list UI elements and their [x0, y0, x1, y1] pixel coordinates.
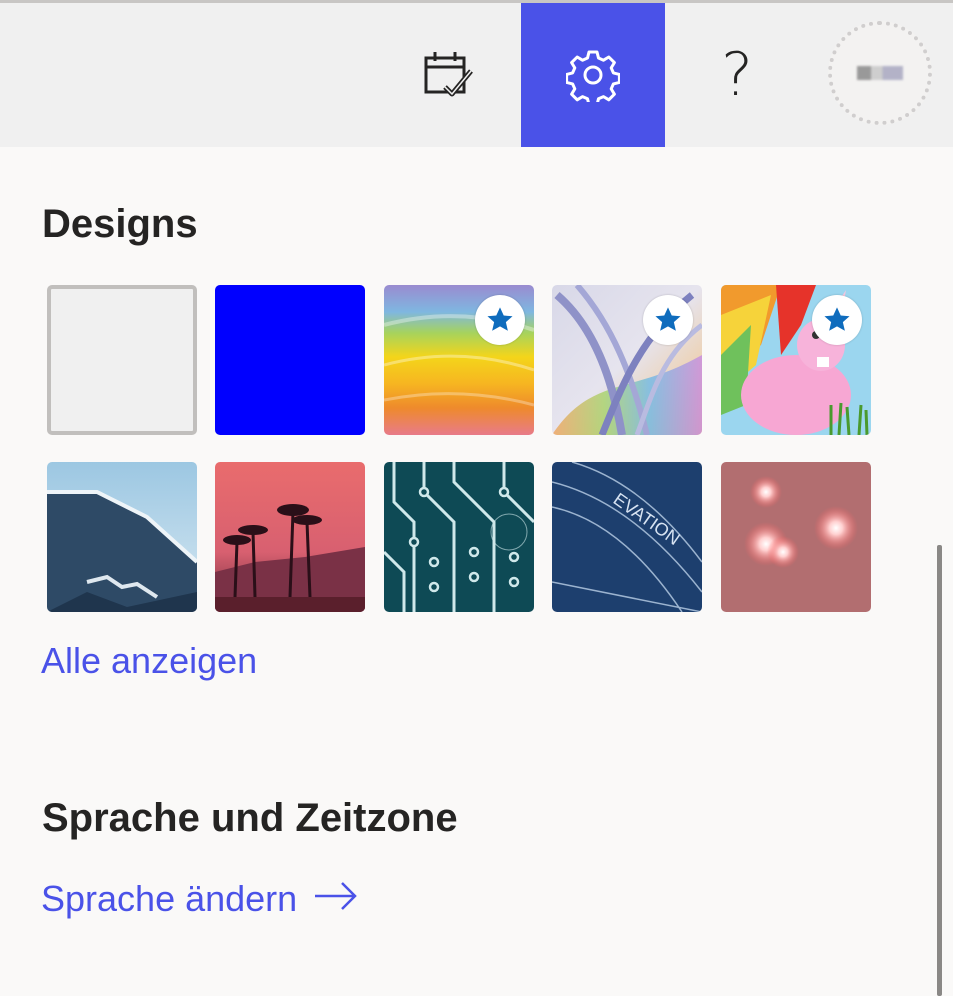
- design-tile-blue[interactable]: [215, 285, 365, 435]
- design-tile-circuit[interactable]: [384, 462, 534, 612]
- lights-image: [721, 462, 871, 612]
- premium-star-badge: [643, 295, 693, 345]
- palms-image: [215, 462, 365, 612]
- header-toolbar: ?: [0, 3, 953, 147]
- circuit-image: [384, 462, 534, 612]
- design-tile-light[interactable]: [47, 285, 197, 435]
- premium-star-badge: [812, 295, 862, 345]
- design-tile-blueprint[interactable]: EVATION: [552, 462, 702, 612]
- calendar-check-icon: [424, 52, 473, 97]
- design-tile-unicorn[interactable]: [721, 285, 871, 435]
- design-tile-lights[interactable]: [721, 462, 871, 612]
- arrow-right-icon: [313, 878, 359, 920]
- star-icon: [487, 307, 513, 331]
- mountain-image: [47, 462, 197, 612]
- star-icon: [824, 307, 850, 331]
- language-timezone-title: Sprache und Zeitzone: [42, 796, 458, 840]
- change-language-link[interactable]: Sprache ändern: [41, 878, 359, 920]
- design-tile-mountain[interactable]: [47, 462, 197, 612]
- settings-button[interactable]: [521, 3, 665, 147]
- star-icon: [655, 307, 681, 331]
- design-tile-palms[interactable]: [215, 462, 365, 612]
- change-language-label: Sprache ändern: [41, 878, 298, 919]
- avatar-initials-blurred: [857, 66, 903, 80]
- show-all-designs-link[interactable]: Alle anzeigen: [41, 640, 257, 682]
- gear-icon: [566, 50, 620, 102]
- help-icon: ?: [721, 40, 753, 110]
- premium-star-badge: [475, 295, 525, 345]
- calendar-button[interactable]: [377, 3, 521, 147]
- blueprint-image: EVATION: [552, 462, 702, 612]
- help-button[interactable]: ?: [665, 3, 809, 147]
- design-tile-rainbow-waves[interactable]: [384, 285, 534, 435]
- design-tile-ribbons[interactable]: [552, 285, 702, 435]
- avatar[interactable]: [828, 21, 932, 125]
- designs-title: Designs: [42, 202, 198, 246]
- scrollbar-thumb[interactable]: [937, 545, 942, 996]
